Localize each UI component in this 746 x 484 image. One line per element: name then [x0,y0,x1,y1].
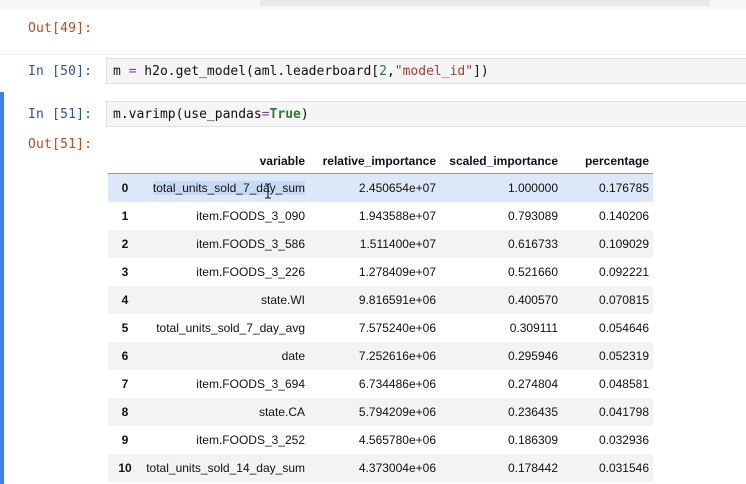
variable-cell: item.FOODS_3_694 [196,377,305,391]
scaled-importance-cell: 0.236435 [439,398,563,426]
out-49-prompt: Out[49]: [28,21,93,36]
table-row: 6 date 7.252616e+06 0.295946 0.052319 [108,342,653,370]
active-cell-indicator [0,92,4,484]
variable-cell: item.FOODS_3_226 [196,265,305,279]
table-row: 5 total_units_sold_7_day_avg 7.575240e+0… [108,314,653,342]
relative-importance-cell: 1.943588e+07 [358,209,436,223]
scaled-importance-cell: 0.178442 [439,454,563,482]
table-row: 7 item.FOODS_3_694 6.734486e+06 0.274804… [108,370,653,398]
relative-importance-cell: 4.373004e+06 [311,454,439,482]
table-row: 8 state.CA 5.794209e+06 0.236435 0.04179… [108,398,653,426]
row-index: 2 [108,230,142,258]
percentage-cell: 0.176785 [563,173,653,202]
relative-importance-cell: 5.794209e+06 [311,398,439,426]
row-index: 9 [121,433,129,447]
scaled-importance-cell: 0.616733 [439,230,563,258]
table-row: 9 item.FOODS_3_252 4.565780e+06 0.186309… [108,426,653,454]
row-index: 3 [121,265,129,279]
percentage-cell: 0.092221 [598,265,649,279]
in-50-prompt: In [50]: [28,64,93,79]
scaled-importance-cell: 0.186309 [507,433,558,447]
variable-cell: item.FOODS_3_586 [142,230,311,258]
variable-cell: total_units_sold_14_day_sum [142,454,311,482]
row-index: 5 [121,321,129,335]
variable-cell: state.CA [142,398,311,426]
text-cursor-icon [265,183,271,199]
table-header-row: variable relative_importance scaled_impo… [108,149,653,174]
code-cell-51[interactable]: m.varimp(use_pandas=True) [106,101,746,127]
in-51-prompt: In [51]: [28,107,93,122]
table-row: 1 item.FOODS_3_090 1.943588e+07 0.793089… [108,202,653,230]
scaled-importance-cell: 0.400570 [439,286,563,314]
relative-importance-cell: 7.252616e+06 [311,342,439,370]
code-50[interactable]: m = h2o.get_model(aml.leaderboard[2,"mod… [113,64,489,79]
relative-importance-cell: 4.565780e+06 [358,433,436,447]
relative-importance-cell: 2.450654e+07 [311,173,439,202]
scaled-importance-cell: 1.000000 [439,173,563,202]
out-51-prompt: Out[51]: [28,137,93,152]
previous-output-remnant [260,0,710,6]
scaled-importance-cell: 0.295946 [439,342,563,370]
scaled-importance-cell: 0.793089 [507,209,558,223]
percentage-cell: 0.041798 [563,398,653,426]
percentage-cell: 0.054646 [598,321,649,335]
code-51[interactable]: m.varimp(use_pandas=True) [113,107,309,122]
row-index: 6 [108,342,142,370]
row-index: 4 [108,286,142,314]
table-row: 0 total_units_sold_7_day_sum 2.450654e+0… [108,173,653,202]
scaled-importance-cell: 0.521660 [507,265,558,279]
code-cell-50[interactable]: m = h2o.get_model(aml.leaderboard[2,"mod… [106,58,746,84]
table-row: 10 total_units_sold_14_day_sum 4.373004e… [108,454,653,482]
variable-cell: total_units_sold_7_day_avg [156,321,305,335]
header-index [108,149,142,174]
scaled-importance-cell: 0.274804 [507,377,558,391]
row-index: 0 [108,173,142,202]
row-index: 8 [108,398,142,426]
table-row: 4 state.WI 9.816591e+06 0.400570 0.07081… [108,286,653,314]
row-index: 10 [108,454,142,482]
table-row: 3 item.FOODS_3_226 1.278409e+07 0.521660… [108,258,653,286]
percentage-cell: 0.109029 [563,230,653,258]
row-index: 7 [121,377,129,391]
percentage-cell: 0.032936 [598,433,649,447]
percentage-cell: 0.031546 [563,454,653,482]
header-percentage: percentage [563,149,653,174]
table-row: 2 item.FOODS_3_586 1.511400e+07 0.616733… [108,230,653,258]
row-index: 1 [121,209,129,223]
relative-importance-cell: 7.575240e+06 [358,321,436,335]
relative-importance-cell: 9.816591e+06 [311,286,439,314]
variable-cell-selected[interactable]: total_units_sold_7_day_sum [152,181,305,195]
percentage-cell: 0.052319 [563,342,653,370]
header-scaled-importance: scaled_importance [439,149,563,174]
variable-cell: item.FOODS_3_090 [196,209,305,223]
scaled-importance-cell: 0.309111 [509,321,558,335]
variable-cell: state.WI [142,286,311,314]
percentage-cell: 0.070815 [563,286,653,314]
percentage-cell: 0.140206 [598,209,649,223]
relative-importance-cell: 1.511400e+07 [311,230,439,258]
cell-separator [0,54,746,55]
varimp-dataframe: variable relative_importance scaled_impo… [108,149,653,482]
percentage-cell: 0.048581 [598,377,649,391]
variable-cell: date [142,342,311,370]
relative-importance-cell: 6.734486e+06 [358,377,436,391]
variable-cell: item.FOODS_3_252 [196,433,305,447]
relative-importance-cell: 1.278409e+07 [358,265,436,279]
header-relative-importance: relative_importance [311,149,439,174]
header-variable: variable [142,149,311,174]
